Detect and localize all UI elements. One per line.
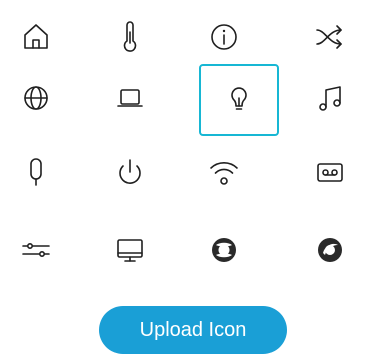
icon-cell-music-note[interactable]	[290, 62, 368, 134]
icon-cell-sliders[interactable]	[0, 214, 76, 286]
wifi-icon	[210, 162, 238, 185]
icon-cell-info[interactable]	[184, 0, 264, 72]
icon-cell-microphone[interactable]	[0, 136, 76, 208]
webex-teams-icon	[212, 238, 236, 262]
music-note-icon	[319, 86, 341, 111]
icon-grid	[0, 0, 368, 300]
globe-icon	[24, 86, 48, 110]
icon-cell-wifi[interactable]	[184, 136, 264, 208]
thermometer-icon	[123, 21, 137, 52]
icon-cell-monitor[interactable]	[90, 214, 170, 286]
lightbulb-icon	[231, 87, 247, 110]
upload-icon-button[interactable]: Upload Icon	[99, 306, 287, 354]
microphone-icon	[30, 158, 42, 186]
icon-cell-webex-teams[interactable]	[184, 214, 264, 286]
voicemail-icon	[317, 163, 343, 182]
laptop-icon	[117, 89, 143, 107]
icon-cell-power[interactable]	[90, 136, 170, 208]
shuffle-icon	[316, 25, 342, 49]
power-icon	[119, 159, 141, 184]
sliders-icon	[22, 243, 50, 257]
monitor-icon	[117, 239, 143, 262]
icon-cell-laptop[interactable]	[90, 62, 170, 134]
icon-cell-webex-logo[interactable]	[290, 214, 368, 286]
webex-logo-icon	[318, 238, 342, 262]
icon-cell-lightbulb[interactable]	[199, 64, 279, 136]
icon-cell-voicemail[interactable]	[290, 136, 368, 208]
icon-cell-globe[interactable]	[0, 62, 76, 134]
info-icon	[211, 24, 237, 50]
home-icon	[24, 24, 48, 49]
